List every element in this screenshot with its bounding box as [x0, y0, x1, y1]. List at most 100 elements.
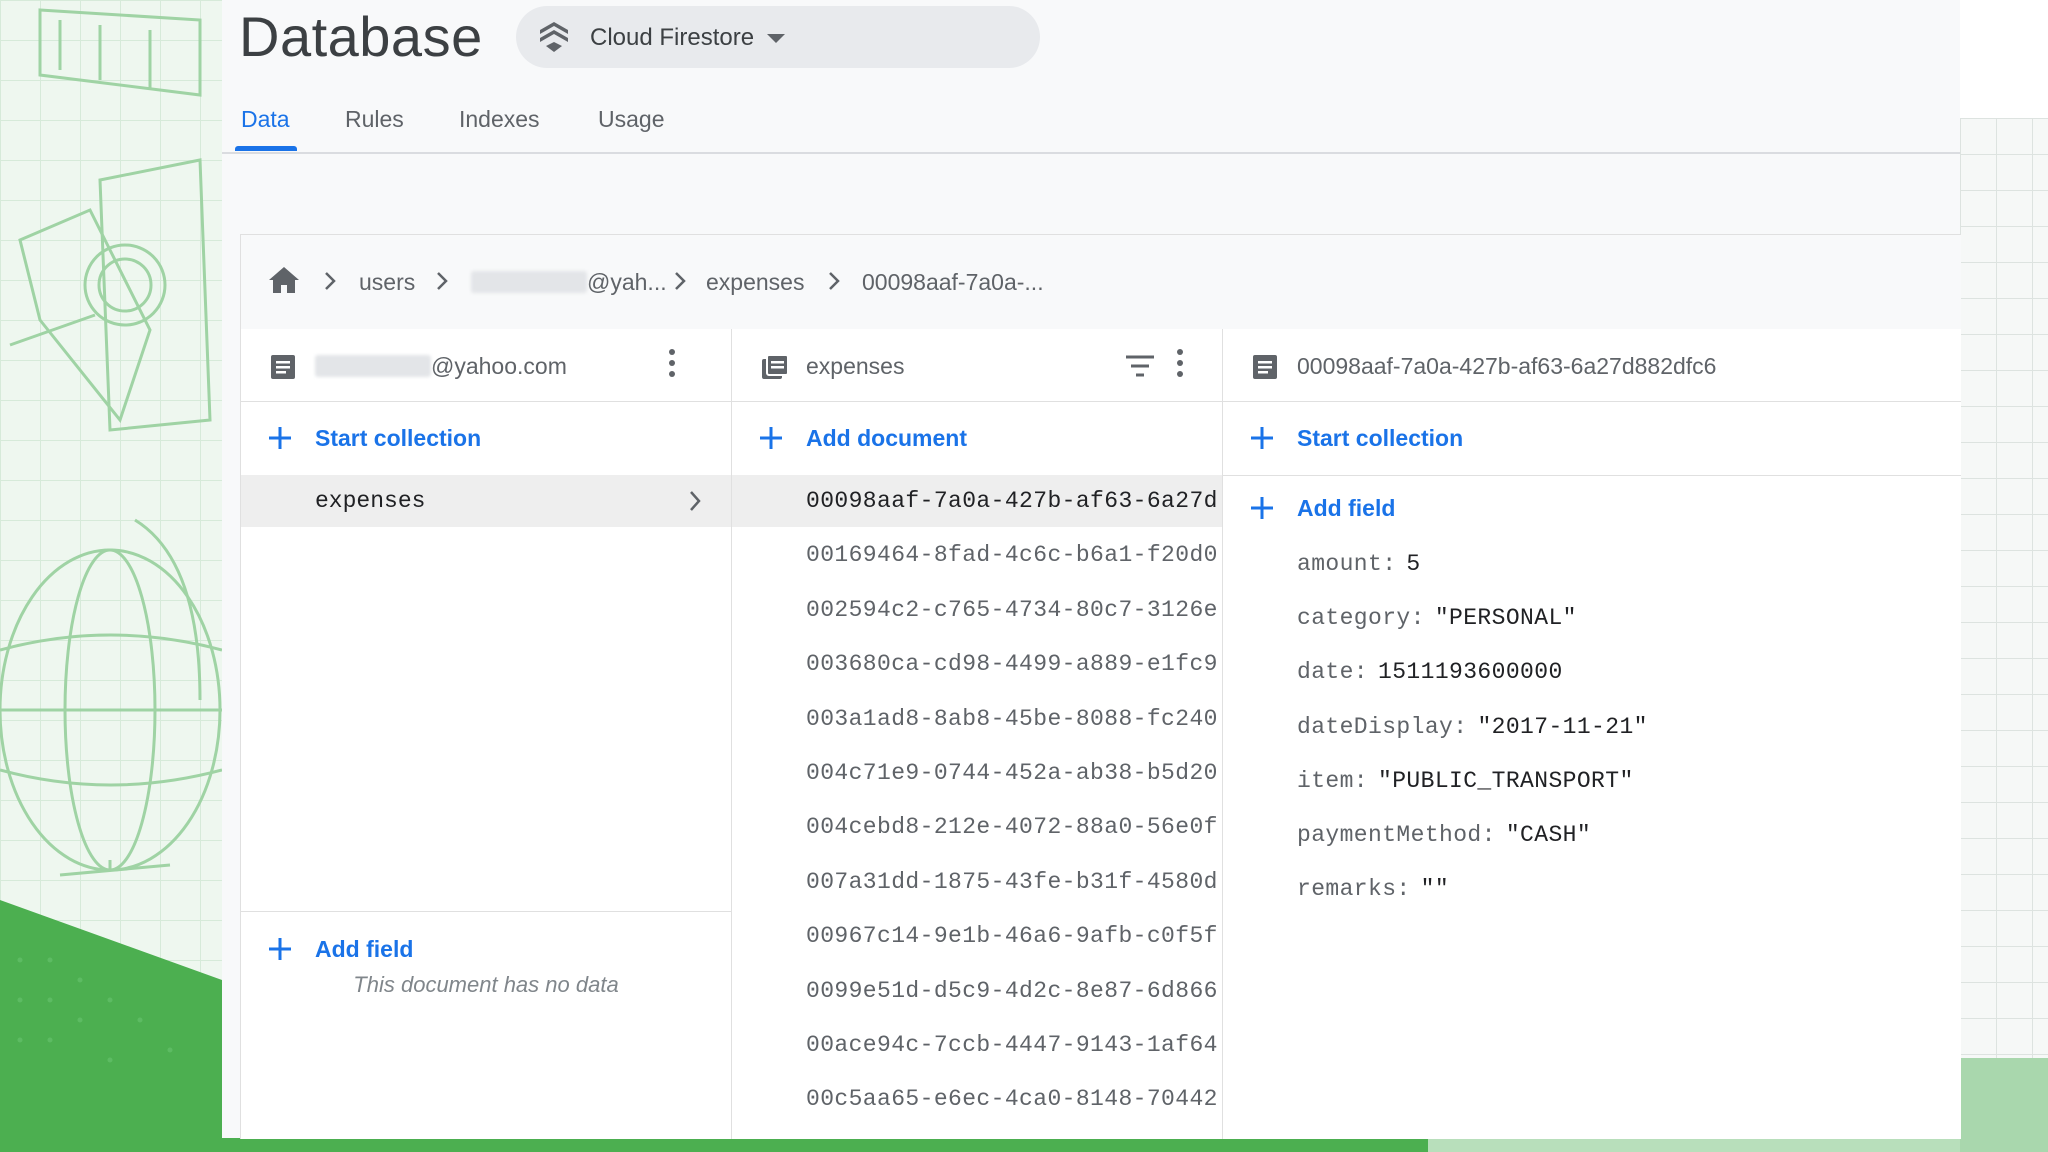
tab-rules[interactable]: Rules — [345, 106, 404, 133]
field-row[interactable]: category: "PERSONAL" — [1223, 593, 1961, 647]
plus-icon — [758, 425, 784, 456]
empty-document-message: This document has no data — [353, 972, 619, 997]
field-key-label: amount: — [1297, 551, 1397, 577]
field-value: "PERSONAL" — [1434, 605, 1577, 632]
tab-bar: Data Rules Indexes Usage — [222, 96, 1960, 154]
home-icon[interactable] — [267, 265, 301, 300]
plus-icon — [1249, 425, 1275, 456]
selected-document-title: 00098aaf-7a0a-427b-af63-6a27d882dfc6 — [1297, 353, 1717, 379]
decorative-background-right-top — [1960, 0, 2048, 118]
breadcrumb-user-email-label: @yah... — [587, 269, 667, 295]
document-row[interactable]: 003a1ad8-8ab8-45be-8088-fc240 — [732, 693, 1222, 747]
chevron-right-icon — [687, 489, 703, 518]
plus-icon — [267, 936, 293, 967]
field-key: category: "PERSONAL" — [1297, 605, 1577, 631]
field-value: "CASH" — [1505, 821, 1592, 848]
decorative-light-strip — [1428, 1138, 1960, 1152]
document-id: 00c5aa65-e6ec-4ca0-8148-70442 — [806, 1086, 1218, 1113]
add-document-button[interactable]: Add document — [732, 401, 1222, 476]
collection-title: expenses — [806, 353, 905, 379]
document-row[interactable]: 002594c2-c765-4734-80c7-3126e — [732, 584, 1222, 638]
document-id: 00ace94c-7ccb-4447-9143-1af64 — [806, 1031, 1218, 1058]
field-key: paymentMethod: "CASH" — [1297, 822, 1591, 848]
field-key: amount: 5 — [1297, 551, 1421, 577]
add-document-label: Add document — [806, 425, 967, 451]
field-key-label: paymentMethod: — [1297, 821, 1496, 848]
document-id: 007a31dd-1875-43fe-b31f-4580d — [806, 868, 1218, 895]
add-field-button[interactable]: Add field — [1223, 475, 1961, 539]
field-row[interactable]: item: "PUBLIC_TRANSPORT" — [1223, 756, 1961, 810]
selected-document-column: 00098aaf-7a0a-427b-af63-6a27d882dfc6 Sta… — [1223, 329, 1961, 1139]
breadcrumb: users @yah... expenses 00098aaf-7a0a-... — [241, 235, 1961, 330]
document-row[interactable]: 00098aaf-7a0a-427b-af63-6a27d — [732, 475, 1222, 527]
decorative-illustration — [0, 8, 222, 1152]
document-id: 004c71e9-0744-452a-ab38-b5d20 — [806, 759, 1218, 786]
breadcrumb-user-email[interactable]: @yah... — [471, 269, 667, 296]
collection-header: expenses — [732, 329, 1222, 402]
document-row[interactable]: 00169464-8fad-4c6c-b6a1-f20d0 — [732, 529, 1222, 583]
document-id: 00967c14-9e1b-46a6-9afb-c0f5f — [806, 923, 1218, 950]
document-id: 0099e51d-d5c9-4d2c-8e87-6d866 — [806, 977, 1218, 1004]
chevron-right-icon — [827, 270, 841, 297]
field-key-label: dateDisplay: — [1297, 713, 1468, 740]
field-value: "2017-11-21" — [1477, 713, 1648, 740]
field-key: remarks: "" — [1297, 876, 1449, 902]
document-row[interactable]: 0099e51d-d5c9-4d2c-8e87-6d866 — [732, 965, 1222, 1019]
document-row[interactable]: 007a31dd-1875-43fe-b31f-4580d — [732, 856, 1222, 910]
more-vert-icon[interactable] — [668, 349, 676, 381]
field-row[interactable]: paymentMethod: "CASH" — [1223, 810, 1961, 864]
document-row[interactable]: 00ace94c-7ccb-4447-9143-1af64 — [732, 1019, 1222, 1073]
tab-data[interactable]: Data — [241, 106, 290, 133]
document-list: 00098aaf-7a0a-427b-af63-6a27d 00169464-8f… — [732, 475, 1222, 1128]
chevron-right-icon — [673, 270, 687, 297]
redacted-email-prefix — [471, 271, 587, 293]
breadcrumb-users[interactable]: users — [359, 269, 415, 296]
more-vert-icon[interactable] — [1176, 349, 1184, 381]
add-field-label: Add field — [1297, 495, 1396, 521]
collection-icon — [760, 353, 790, 386]
field-value: "PUBLIC_TRANSPORT" — [1378, 767, 1634, 794]
expenses-collection-column: expenses Add document 00098aaf-7a0a-427b… — [732, 329, 1223, 1139]
field-key-label: category: — [1297, 605, 1425, 632]
tab-indexes[interactable]: Indexes — [459, 106, 540, 133]
user-document-title: @yahoo.com — [315, 353, 567, 380]
database-selector[interactable]: Cloud Firestore — [516, 6, 1040, 68]
start-collection-button[interactable]: Start collection — [1223, 401, 1961, 476]
field-key-label: remarks: — [1297, 876, 1411, 903]
start-collection-label: Start collection — [1297, 425, 1464, 451]
start-collection-button[interactable]: Start collection — [241, 401, 731, 476]
document-id: 00169464-8fad-4c6c-b6a1-f20d0 — [806, 542, 1218, 569]
active-tab-indicator — [235, 146, 297, 151]
field-row[interactable]: dateDisplay: "2017-11-21" — [1223, 702, 1961, 756]
tab-usage[interactable]: Usage — [598, 106, 664, 133]
filter-icon[interactable] — [1124, 353, 1156, 384]
document-row[interactable]: 00c5aa65-e6ec-4ca0-8148-70442 — [732, 1073, 1222, 1127]
firestore-logo-icon — [536, 19, 572, 60]
start-collection-label: Start collection — [315, 425, 482, 451]
breadcrumb-document[interactable]: 00098aaf-7a0a-... — [862, 269, 1044, 296]
page-title: Database — [239, 5, 483, 68]
field-rows: amount: 5 category: "PERSONAL" date: 15111936… — [1223, 539, 1961, 918]
plus-icon — [1249, 495, 1275, 526]
field-row[interactable]: remarks: "" — [1223, 864, 1961, 918]
add-field-label: Add field — [315, 936, 414, 962]
document-row[interactable]: 004cebd8-212e-4072-88a0-56e0f — [732, 801, 1222, 855]
document-row[interactable]: 003680ca-cd98-4499-a889-e1fc9 — [732, 638, 1222, 692]
user-document-title-suffix: @yahoo.com — [431, 353, 567, 379]
field-row[interactable]: amount: 5 — [1223, 539, 1961, 593]
document-id: 003a1ad8-8ab8-45be-8088-fc240 — [806, 705, 1218, 732]
user-document-column: @yahoo.com Start collection expenses Add… — [241, 329, 732, 1139]
document-row[interactable]: 004c71e9-0744-452a-ab38-b5d20 — [732, 747, 1222, 801]
field-key-label: date: — [1297, 659, 1369, 686]
field-row[interactable]: date: 1511193600000 — [1223, 647, 1961, 701]
document-row[interactable]: 00967c14-9e1b-46a6-9afb-c0f5f — [732, 910, 1222, 964]
data-panel: users @yah... expenses 00098aaf-7a0a-...… — [240, 234, 1961, 1139]
breadcrumb-expenses[interactable]: expenses — [706, 269, 804, 296]
document-icon — [269, 353, 297, 386]
document-id: 003680ca-cd98-4499-a889-e1fc9 — [806, 651, 1218, 678]
field-value: "" — [1420, 876, 1450, 903]
decorative-grid-right — [1960, 118, 2048, 1152]
document-icon — [1251, 353, 1279, 386]
collection-item-expenses[interactable]: expenses — [241, 475, 731, 527]
field-list: Add field amount: 5 category: "PERSONAL" dat… — [1223, 475, 1961, 918]
